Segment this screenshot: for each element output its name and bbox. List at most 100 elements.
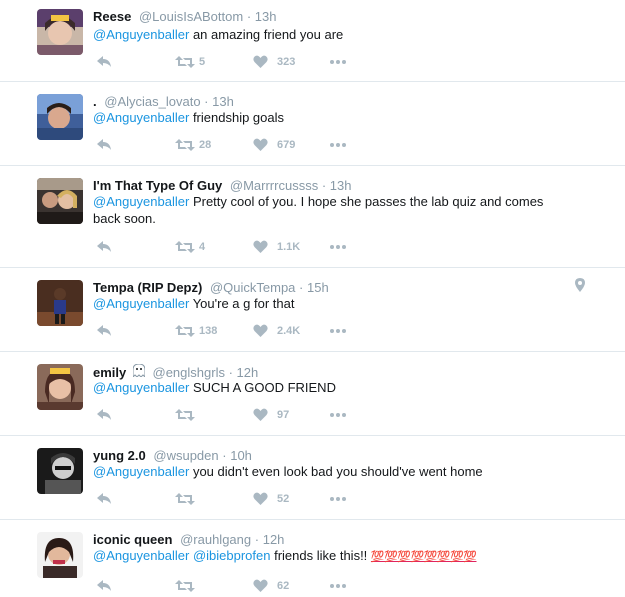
tweet-body-text: you didn't even look bad you should've w… [189,464,483,479]
heart-icon [253,55,268,68]
tweet-text: @Anguyenballer @ibiebprofen friends like… [93,547,573,566]
retweet-icon [175,139,195,151]
mention-link[interactable]: @Anguyenballer [93,464,189,479]
user-handle[interactable]: @wsupden [153,448,218,463]
retweet-count: 5 [199,56,206,68]
tweet-header: iconic queen @rauhlgang · 12h [93,532,284,547]
tweet-body-text: friendship goals [189,110,284,125]
tweet-text: @Anguyenballer you didn't even look bad … [93,463,573,480]
tweet-feed: Reese @LouisIsABottom · 13h @Anguyenball… [0,0,625,597]
retweet-icon [175,493,195,505]
separator-dot: · [228,365,233,380]
user-handle[interactable]: @rauhlgang [180,532,251,547]
reply-icon [97,325,111,336]
like-count: 62 [277,580,290,592]
tweet-body-text: an amazing friend you are [189,27,344,42]
like-count: 323 [277,56,296,68]
user-handle[interactable]: @englshgrls [153,365,225,380]
avatar[interactable] [37,364,83,410]
timestamp[interactable]: 13h [212,94,234,109]
more-icon [330,497,346,501]
tweet-header: Tempa (RIP Depz) @QuickTempa · 15h [93,280,329,295]
retweet-count: 4 [199,241,206,253]
user-handle[interactable]: @QuickTempa [210,280,295,295]
reply-icon [97,409,111,420]
user-handle[interactable]: @Marrrrcussss [230,178,318,193]
retweet-icon [175,409,195,421]
tweet-header: Reese @LouisIsABottom · 13h [93,9,276,24]
mention-link[interactable]: @Anguyenballer [93,548,189,563]
tweet-item[interactable]: emily @englshgrls · 12h @Anguyenballer S… [0,352,625,436]
avatar[interactable] [37,178,83,224]
timestamp[interactable]: 13h [330,178,352,193]
display-name[interactable]: . [93,94,97,109]
user-handle[interactable]: @Alycias_lovato [104,94,200,109]
tweet-item[interactable]: Reese @LouisIsABottom · 13h @Anguyenball… [0,0,625,82]
mention-link[interactable]: @Anguyenballer [93,380,189,395]
heart-icon [253,138,268,151]
avatar[interactable] [37,9,83,55]
separator-dot: · [321,178,327,193]
tweet-text: @Anguyenballer SUCH A GOOD FRIEND [93,379,573,396]
timestamp[interactable]: 12h [263,532,285,547]
heart-icon [253,240,268,253]
mention-link[interactable]: @Anguyenballer [93,110,189,125]
more-icon [330,60,346,64]
tweet-item[interactable]: . @Alycias_lovato · 13h @Anguyenballer f… [0,82,625,166]
like-count: 1.1K [277,241,301,253]
display-name[interactable]: I'm That Type Of Guy [93,178,222,193]
tweet-header: yung 2.0 @wsupden · 10h [93,448,252,463]
mention-link[interactable]: @Anguyenballer [93,194,189,209]
separator-dot: · [222,448,227,463]
heart-icon [253,408,268,421]
heart-icon [253,579,268,592]
reply-icon [97,56,111,67]
avatar[interactable] [37,280,83,326]
tweet-text: @Anguyenballer You're a g for that [93,295,573,312]
tweet-body-text: You're a g for that [189,296,295,311]
retweet-icon [175,325,195,337]
tweet-item[interactable]: yung 2.0 @wsupden · 10h @Anguyenballer y… [0,436,625,520]
tweet-item[interactable]: Tempa (RIP Depz) @QuickTempa · 15h @Angu… [0,268,625,352]
display-name[interactable]: Tempa (RIP Depz) [93,280,202,295]
hundred-points-emoji: 💯💯💯💯💯💯💯💯 [370,551,477,563]
tweet-text: @Anguyenballer Pretty cool of you. I hop… [93,193,573,227]
tweet-item[interactable]: iconic queen @rauhlgang · 12h @Anguyenba… [0,520,625,597]
more-icon [330,329,346,333]
mention-link[interactable]: @Anguyenballer [93,27,189,42]
tweet-item[interactable]: I'm That Type Of Guy @Marrrrcussss · 13h… [0,166,625,268]
user-handle[interactable]: @LouisIsABottom [139,9,243,24]
avatar[interactable] [37,532,83,578]
tweet-text: @Anguyenballer friendship goals [93,109,573,126]
more-icon [330,143,346,147]
display-name[interactable]: emily [93,365,126,380]
like-count: 97 [277,409,290,421]
retweet-count: 28 [199,139,212,151]
display-name[interactable]: yung 2.0 [93,448,146,463]
retweet-count: 138 [199,325,218,337]
reply-icon [97,493,111,504]
avatar[interactable] [37,448,83,494]
location-pin-icon[interactable] [575,278,585,297]
tweet-header: emily @englshgrls · 12h [93,363,259,380]
like-count: 52 [277,493,290,505]
timestamp[interactable]: 10h [230,448,252,463]
avatar[interactable] [37,94,83,140]
timestamp[interactable]: 13h [255,9,277,24]
more-icon [330,584,346,588]
timestamp[interactable]: 15h [307,280,329,295]
heart-icon [253,492,268,505]
timestamp[interactable]: 12h [237,365,259,380]
separator-dot: · [246,9,252,24]
display-name[interactable]: iconic queen [93,532,172,547]
like-count: 679 [277,139,296,151]
mention-link-2[interactable]: @ibiebprofen [193,548,271,563]
mention-link[interactable]: @Anguyenballer [93,296,189,311]
tweet-header: I'm That Type Of Guy @Marrrrcussss · 13h [93,178,352,193]
display-name[interactable]: Reese [93,9,131,24]
tweet-body-text: SUCH A GOOD FRIEND [189,380,336,395]
retweet-icon [175,56,195,68]
tweet-header: . @Alycias_lovato · 13h [93,94,234,109]
retweet-icon [175,580,195,592]
reply-icon [97,580,111,591]
